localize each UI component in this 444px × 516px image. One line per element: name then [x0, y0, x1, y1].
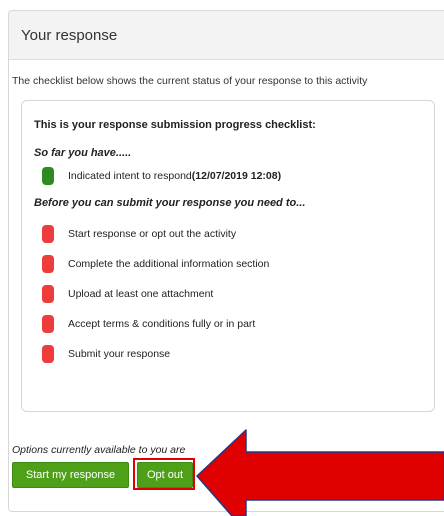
- red-arrow-icon: [196, 429, 444, 516]
- opt-out-highlight: [133, 458, 195, 490]
